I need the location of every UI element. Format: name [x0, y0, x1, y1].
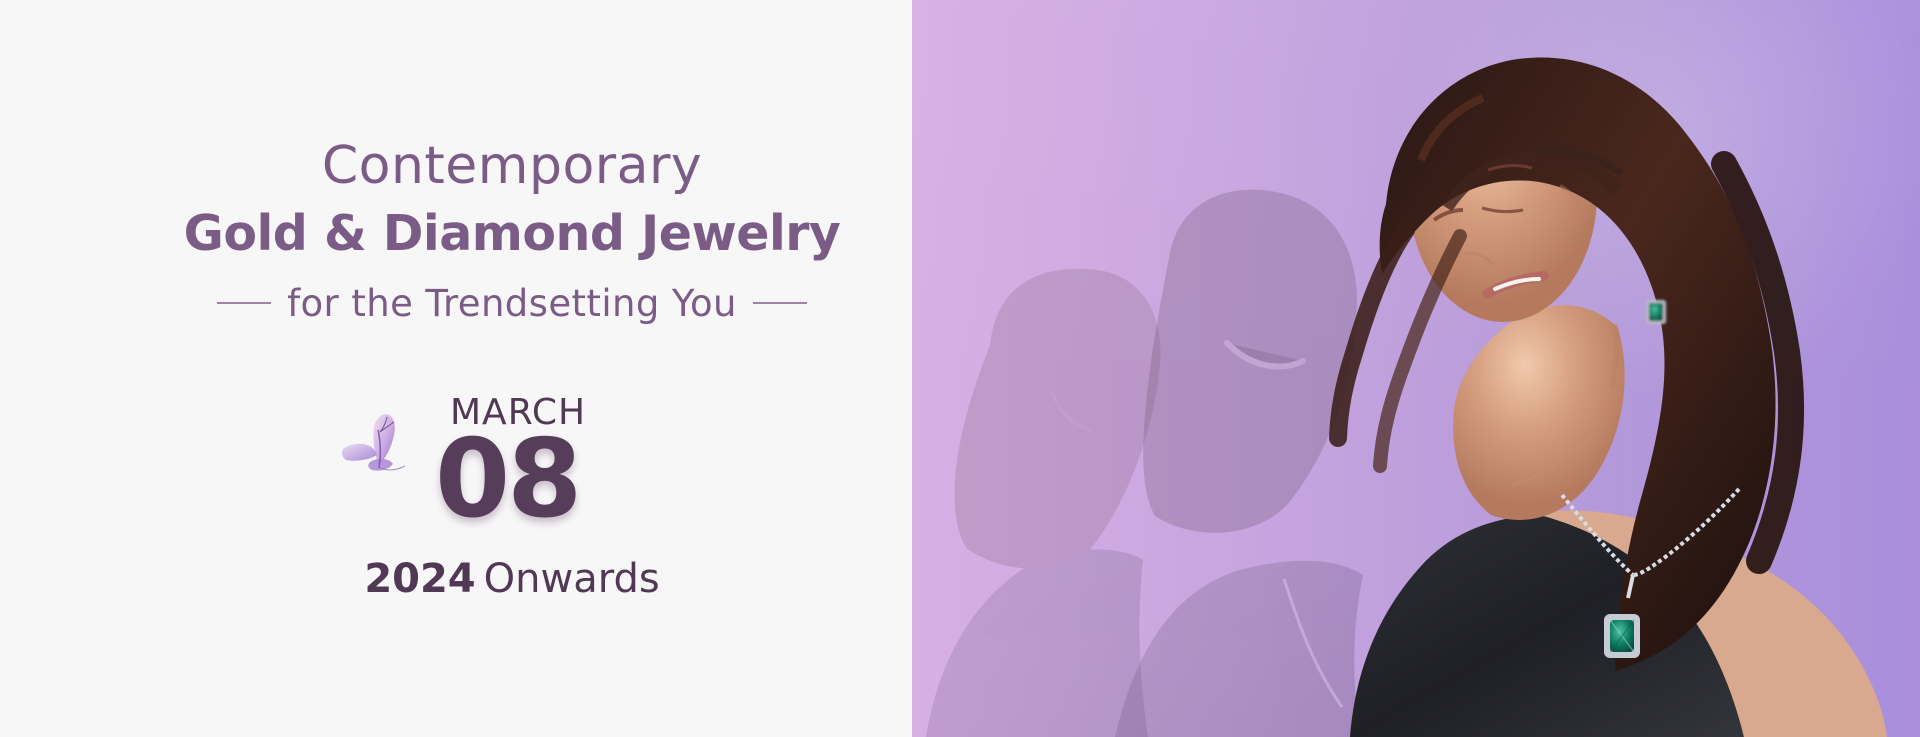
- tagline-right-divider: [752, 302, 807, 304]
- launch-year: 2024: [364, 556, 476, 602]
- tagline-text: for the Trendsetting You: [287, 281, 737, 325]
- ghost-figure-left: [926, 268, 1161, 737]
- launch-year-row: 2024 Onwards: [0, 556, 1024, 602]
- banner-copy-panel: Contemporary Gold & Diamond Jewelry for …: [0, 0, 912, 737]
- launch-suffix: Onwards: [483, 556, 660, 602]
- earring: [1646, 300, 1666, 324]
- ghost-figure-middle: [1115, 189, 1363, 737]
- main-model-figure: [1329, 57, 1887, 737]
- tagline-row: for the Trendsetting You: [0, 278, 1024, 328]
- tagline-left-divider: [217, 302, 272, 304]
- launch-day: 08: [435, 417, 582, 542]
- headline-contemporary: Contemporary: [321, 136, 703, 196]
- butterfly-icon: [338, 405, 432, 490]
- model-photo-panel: [912, 0, 1920, 737]
- jewelry-banner: Contemporary Gold & Diamond Jewelry for …: [0, 0, 1920, 737]
- headline-gold-diamond: Gold & Diamond Jewelry: [183, 205, 841, 262]
